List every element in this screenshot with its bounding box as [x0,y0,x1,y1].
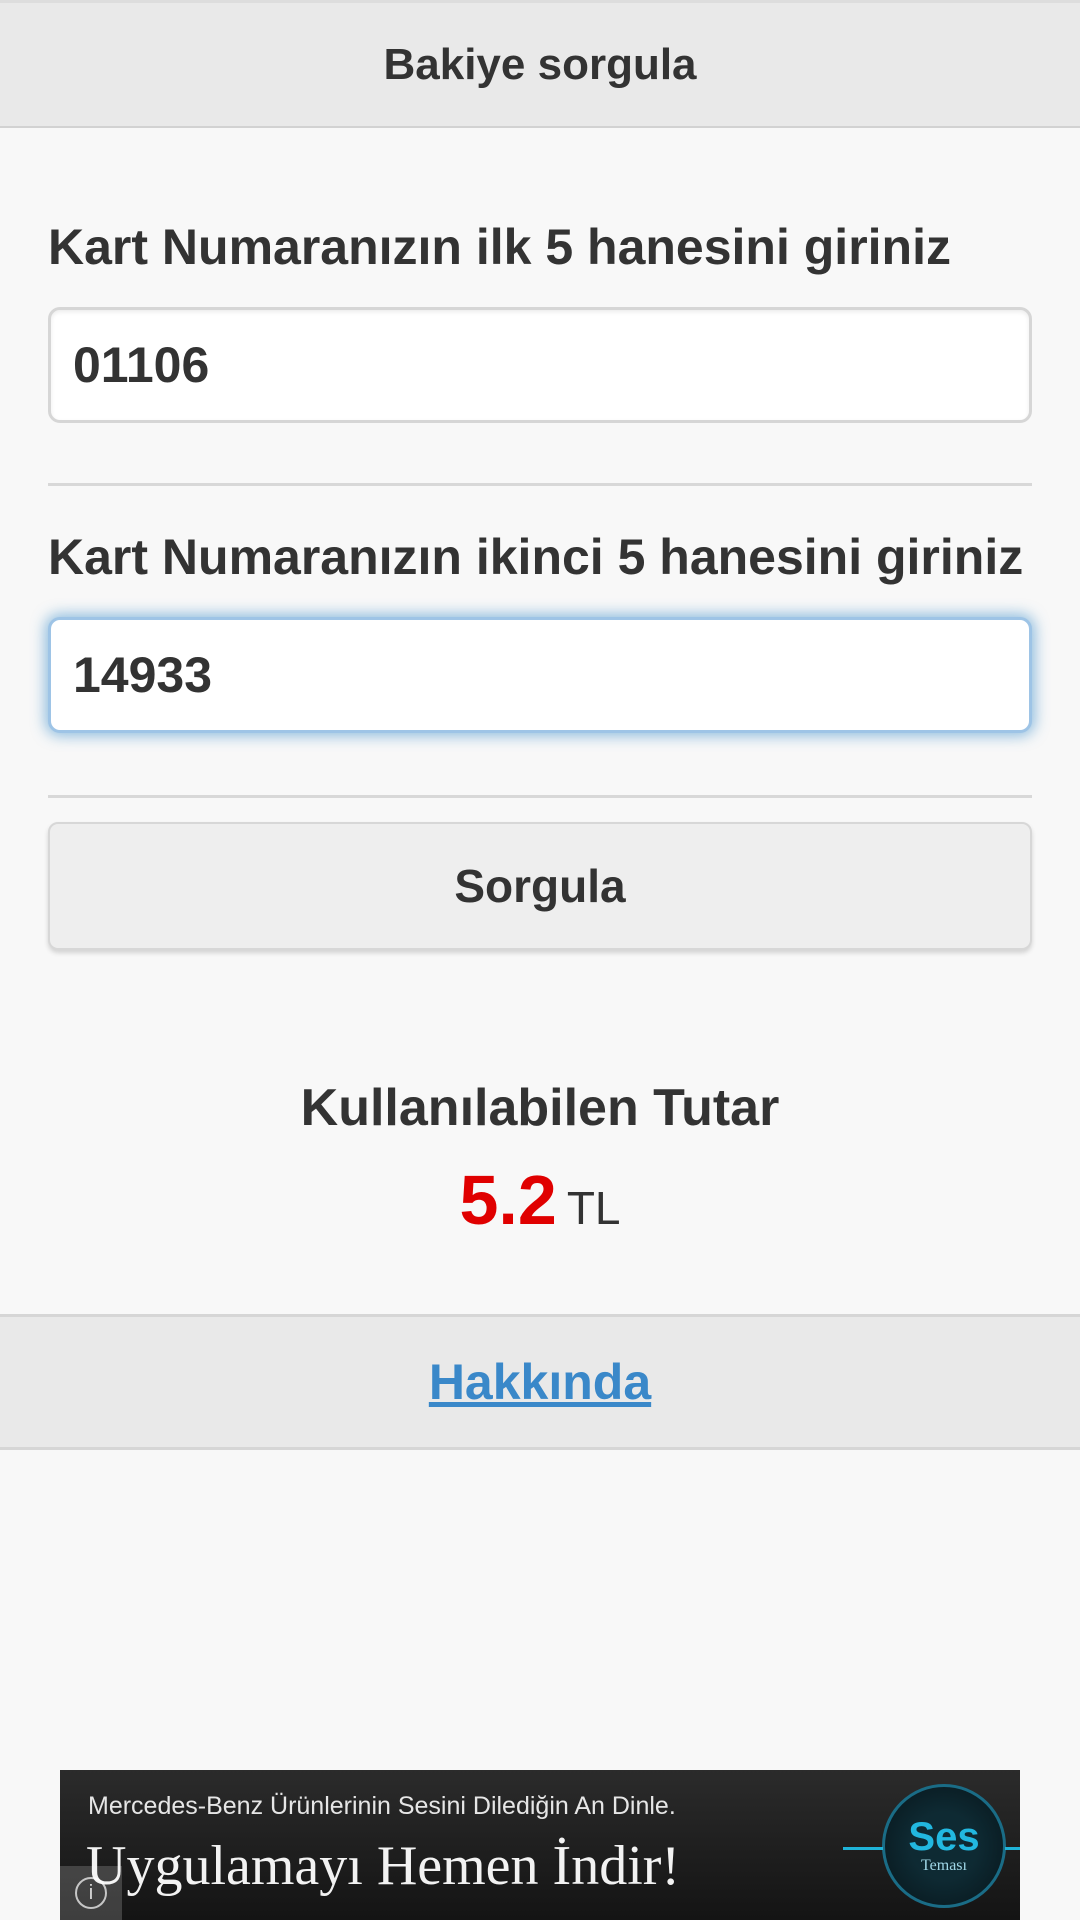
info-icon: i [75,1877,107,1909]
divider [48,483,1032,486]
first-digits-label: Kart Numaranızın ilk 5 hanesini giriniz [48,219,951,275]
ad-headline: Mercedes-Benz Ürünlerinin Sesini Dilediğ… [88,1792,676,1820]
ad-logo-subtitle: Teması [921,1857,967,1874]
ses-temasi-logo: Ses Teması [843,1784,1020,1908]
header-bar: Bakiye sorgula [0,0,1080,128]
page-title: Bakiye sorgula [383,39,697,89]
ad-info-button[interactable]: i [60,1866,122,1920]
available-amount-label: Kullanılabilen Tutar [300,1079,780,1137]
available-amount: 5.2 TL [0,1160,1080,1240]
query-button[interactable]: Sorgula [48,822,1032,950]
footer-bar: Hakkında [0,1314,1080,1450]
ad-call-to-action: Uygulamayı Hemen İndir! [86,1835,681,1897]
about-link[interactable]: Hakkında [429,1353,651,1411]
divider [48,795,1032,798]
ad-logo-title: Ses [908,1815,980,1859]
second-digits-input[interactable] [48,617,1032,733]
sound-wave-icon [843,1847,883,1850]
amount-value: 5.2 [459,1161,557,1239]
sound-wave-icon [1005,1847,1020,1850]
currency-unit: TL [566,1182,621,1234]
second-digits-label: Kart Numaranızın ikinci 5 hanesini girin… [48,529,1024,585]
first-digits-input[interactable] [48,307,1032,423]
ad-banner[interactable]: Mercedes-Benz Ürünlerinin Sesini Dilediğ… [60,1770,1020,1920]
